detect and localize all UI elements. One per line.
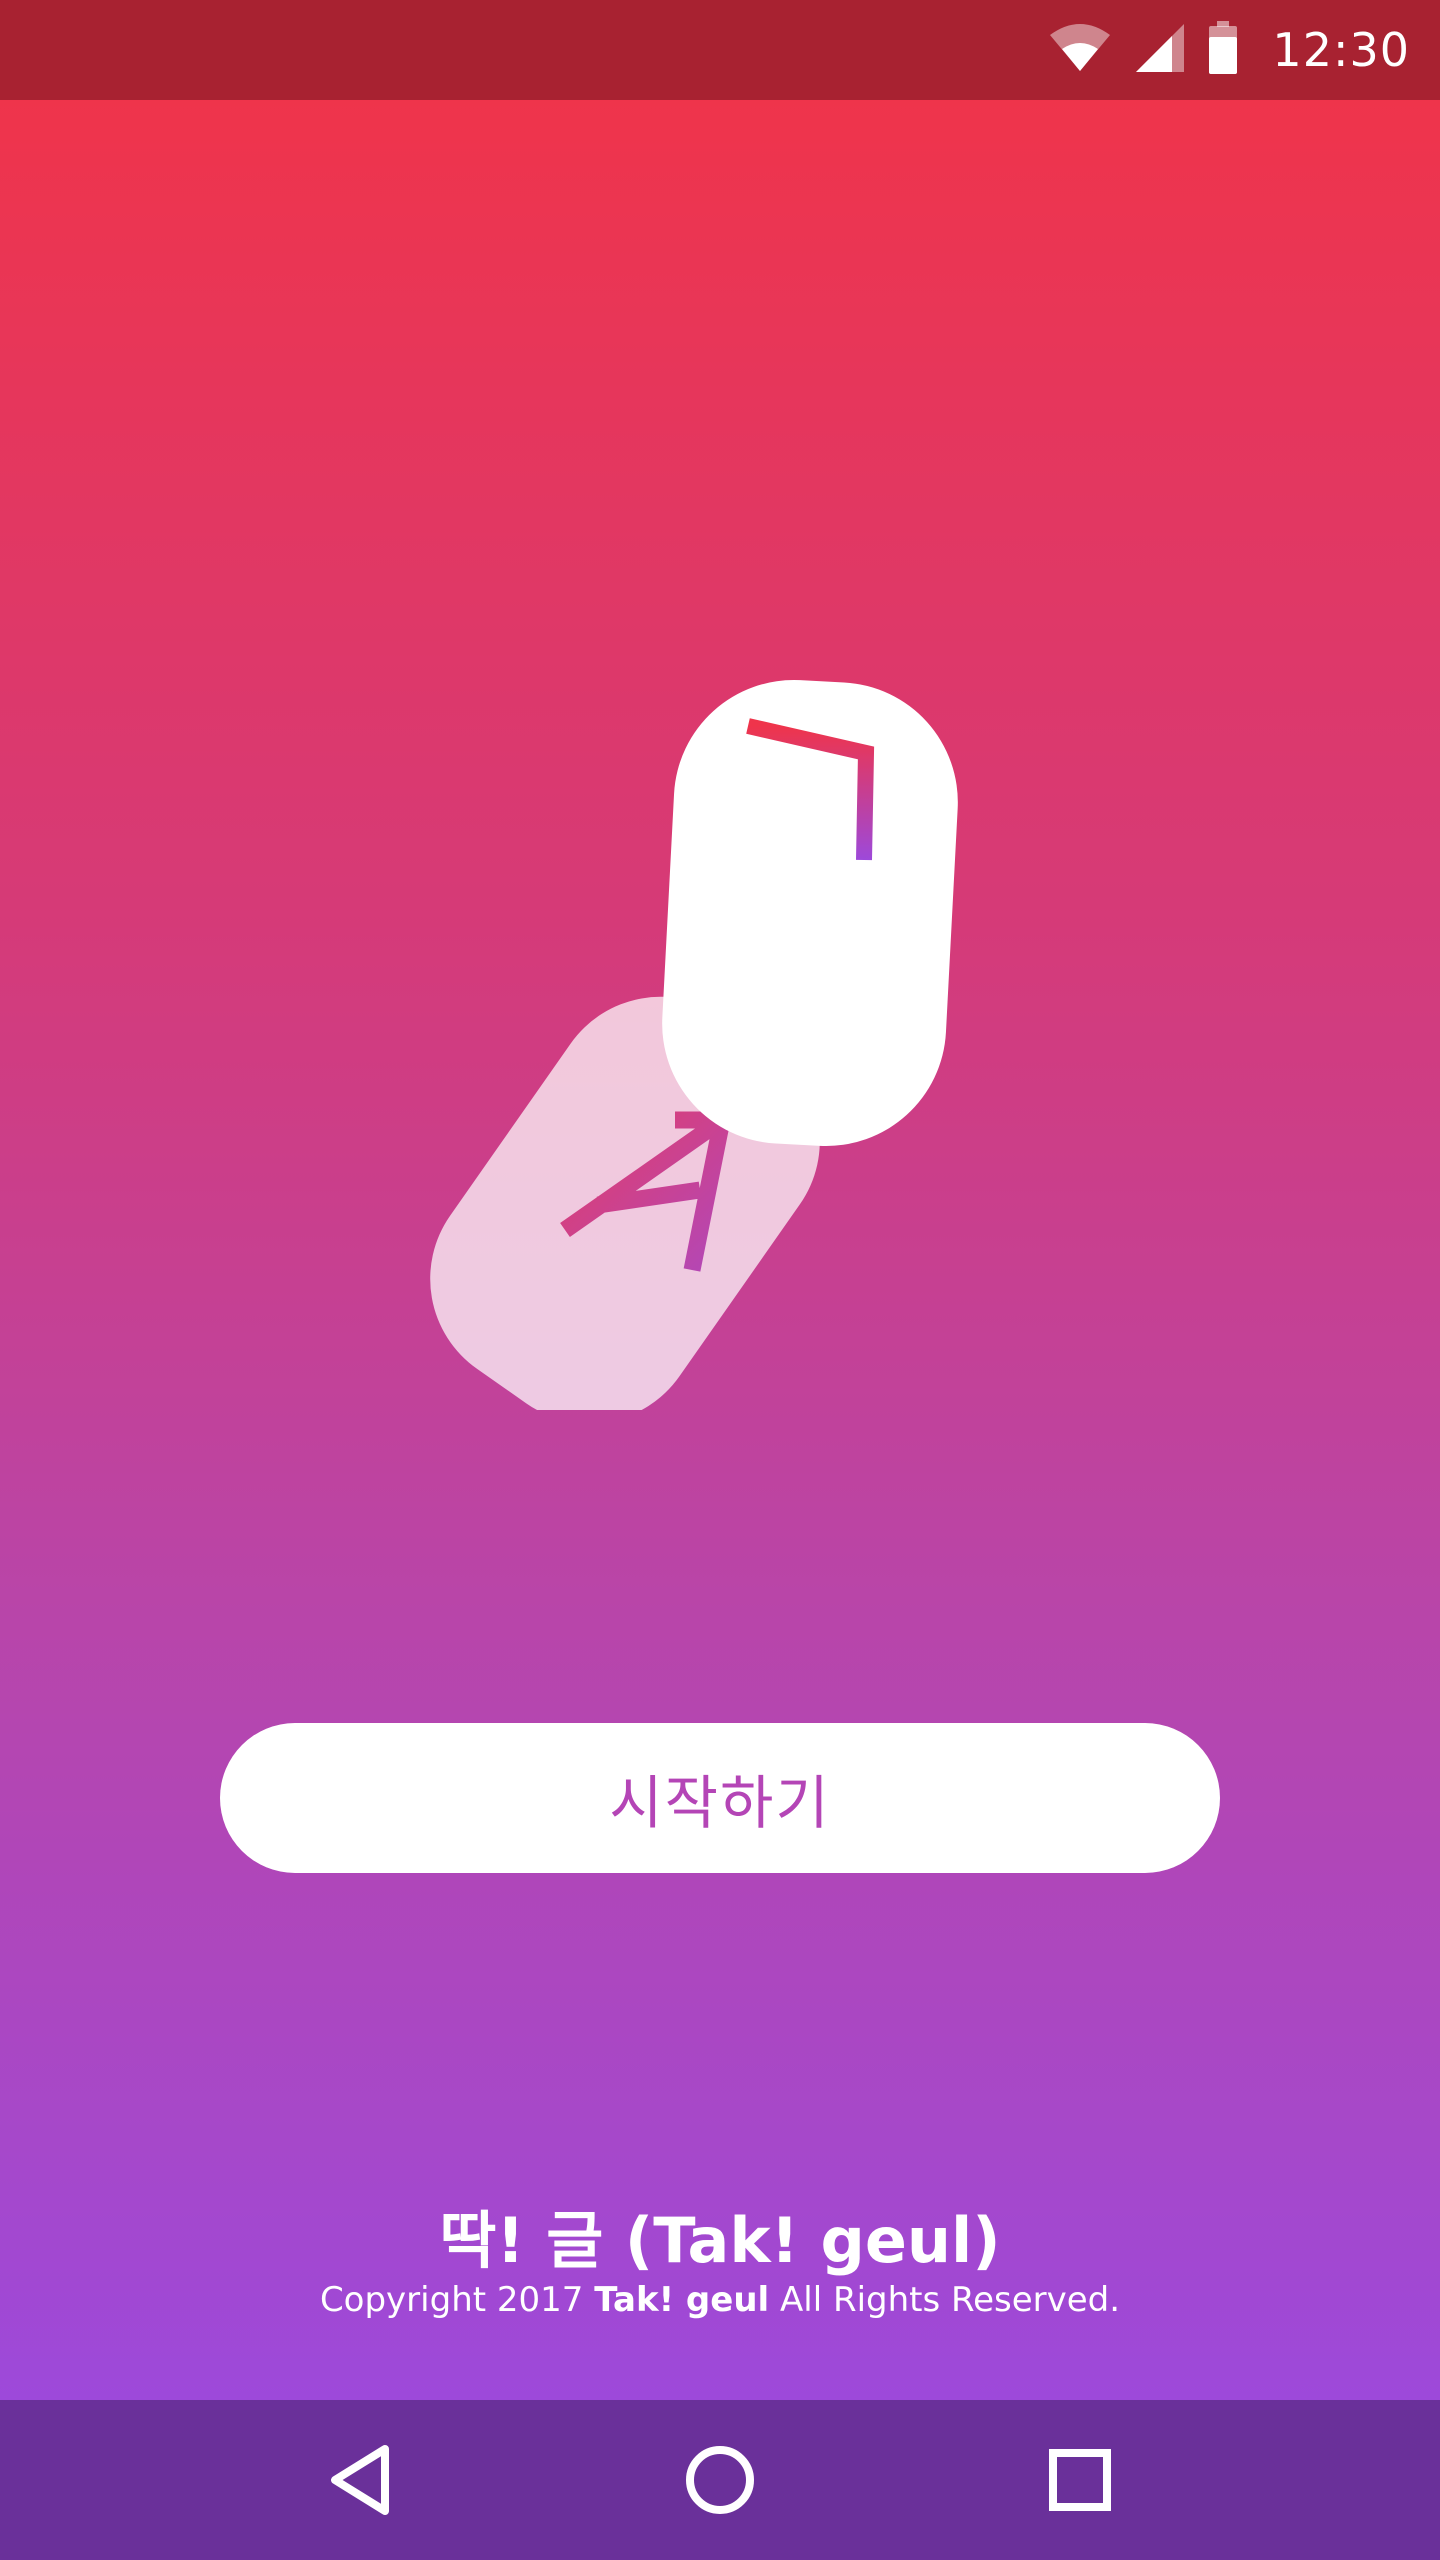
splash-screen: 시작하기 딱! 글 (Tak! geul) Copyright 2017 Tak… xyxy=(0,100,1440,2400)
status-bar: 12:30 xyxy=(0,0,1440,100)
copyright-brand: Tak! geul xyxy=(594,2280,770,2320)
back-button[interactable] xyxy=(300,2420,420,2540)
copyright-text: Copyright 2017 Tak! geul All Rights Rese… xyxy=(0,2280,1440,2320)
recents-button[interactable] xyxy=(1020,2420,1140,2540)
app-logo xyxy=(430,430,990,1424)
status-time: 12:30 xyxy=(1272,23,1410,77)
home-icon xyxy=(686,2446,754,2514)
status-icons: 12:30 xyxy=(1048,21,1410,79)
wifi-icon xyxy=(1048,23,1112,77)
home-button[interactable] xyxy=(660,2420,780,2540)
start-button-label: 시작하기 xyxy=(609,1769,831,1837)
copyright-suffix: All Rights Reserved. xyxy=(769,2280,1121,2320)
start-button[interactable]: 시작하기 xyxy=(220,1723,1220,1873)
copyright-prefix: Copyright 2017 xyxy=(319,2280,595,2320)
battery-icon xyxy=(1208,21,1238,79)
cellular-signal-icon xyxy=(1134,22,1186,78)
navigation-bar xyxy=(0,2400,1440,2560)
app-title: 딱! 글 (Tak! geul) xyxy=(439,2204,1001,2277)
back-icon xyxy=(331,2445,389,2515)
recents-icon xyxy=(1049,2449,1111,2511)
